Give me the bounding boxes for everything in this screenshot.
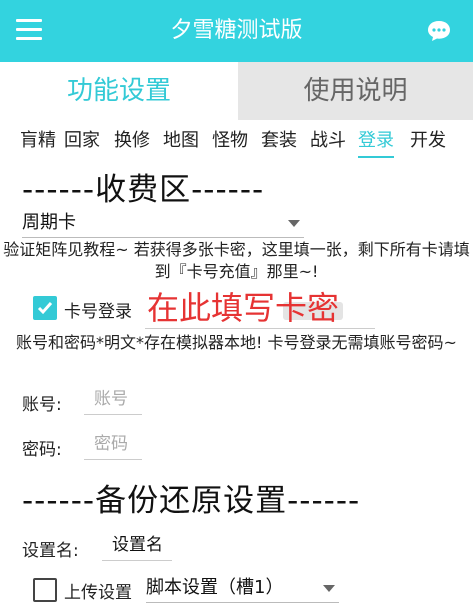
card-type-select[interactable]: 周期卡 [22, 209, 304, 238]
charge-section-title: ------收费区------ [22, 172, 265, 208]
upload-settings-label: 上传设置 [64, 583, 132, 603]
dropdown-arrow-icon [323, 585, 335, 592]
chat-bubble-icon[interactable] [426, 19, 452, 43]
subtab-bar: 肓精 回家 换修 地图 怪物 套装 战斗 登录 开发 [0, 122, 473, 158]
tab-usage-instructions[interactable]: 使用说明 [238, 62, 473, 120]
subtab-item[interactable]: 怪物 [212, 126, 248, 152]
tab-function-settings[interactable]: 功能设置 [0, 62, 238, 120]
card-login-checkbox[interactable] [33, 296, 57, 320]
subtab-item[interactable]: 肓精 [20, 126, 56, 152]
checkmark-icon [37, 302, 53, 315]
backup-section-title: ------备份还原设置------ [22, 483, 361, 519]
subtab-item[interactable]: 回家 [64, 126, 100, 152]
verification-info-text: 验证矩阵见教程~ 若获得多张卡密，这里填一张，剩下所有卡请填到『卡号充值』那里~… [3, 240, 470, 281]
setting-name-label: 设置名: [22, 541, 79, 561]
setting-name-input[interactable]: 设置名 [102, 530, 172, 561]
account-note-text: 账号和密码*明文*存在模拟器本地! 卡号登录无需填账号密码~ [16, 333, 457, 352]
card-type-value: 周期卡 [22, 212, 76, 233]
settings-slot-select[interactable]: 脚本设置（槽1） [146, 574, 339, 603]
account-label: 账号: [22, 395, 62, 415]
settings-slot-value: 脚本设置（槽1） [146, 577, 284, 598]
dropdown-arrow-icon [288, 220, 300, 227]
subtab-item[interactable]: 地图 [163, 126, 199, 152]
subtab-item[interactable]: 换修 [114, 126, 150, 152]
app-title: 夕雪糖测试版 [170, 18, 303, 43]
password-input[interactable]: 密码 [84, 429, 142, 460]
card-login-label: 卡号登录 [64, 302, 132, 322]
subtab-item[interactable]: 战斗 [310, 126, 346, 152]
subtab-item-login[interactable]: 登录 [358, 126, 394, 158]
card-key-hint-overlay: 在此填写卡密 [147, 289, 340, 327]
password-label: 密码: [22, 440, 62, 460]
subtab-item[interactable]: 开发 [410, 126, 446, 152]
account-input[interactable]: 账号 [84, 384, 142, 415]
subtab-item[interactable]: 套装 [261, 126, 297, 152]
upload-settings-checkbox[interactable] [33, 578, 57, 602]
